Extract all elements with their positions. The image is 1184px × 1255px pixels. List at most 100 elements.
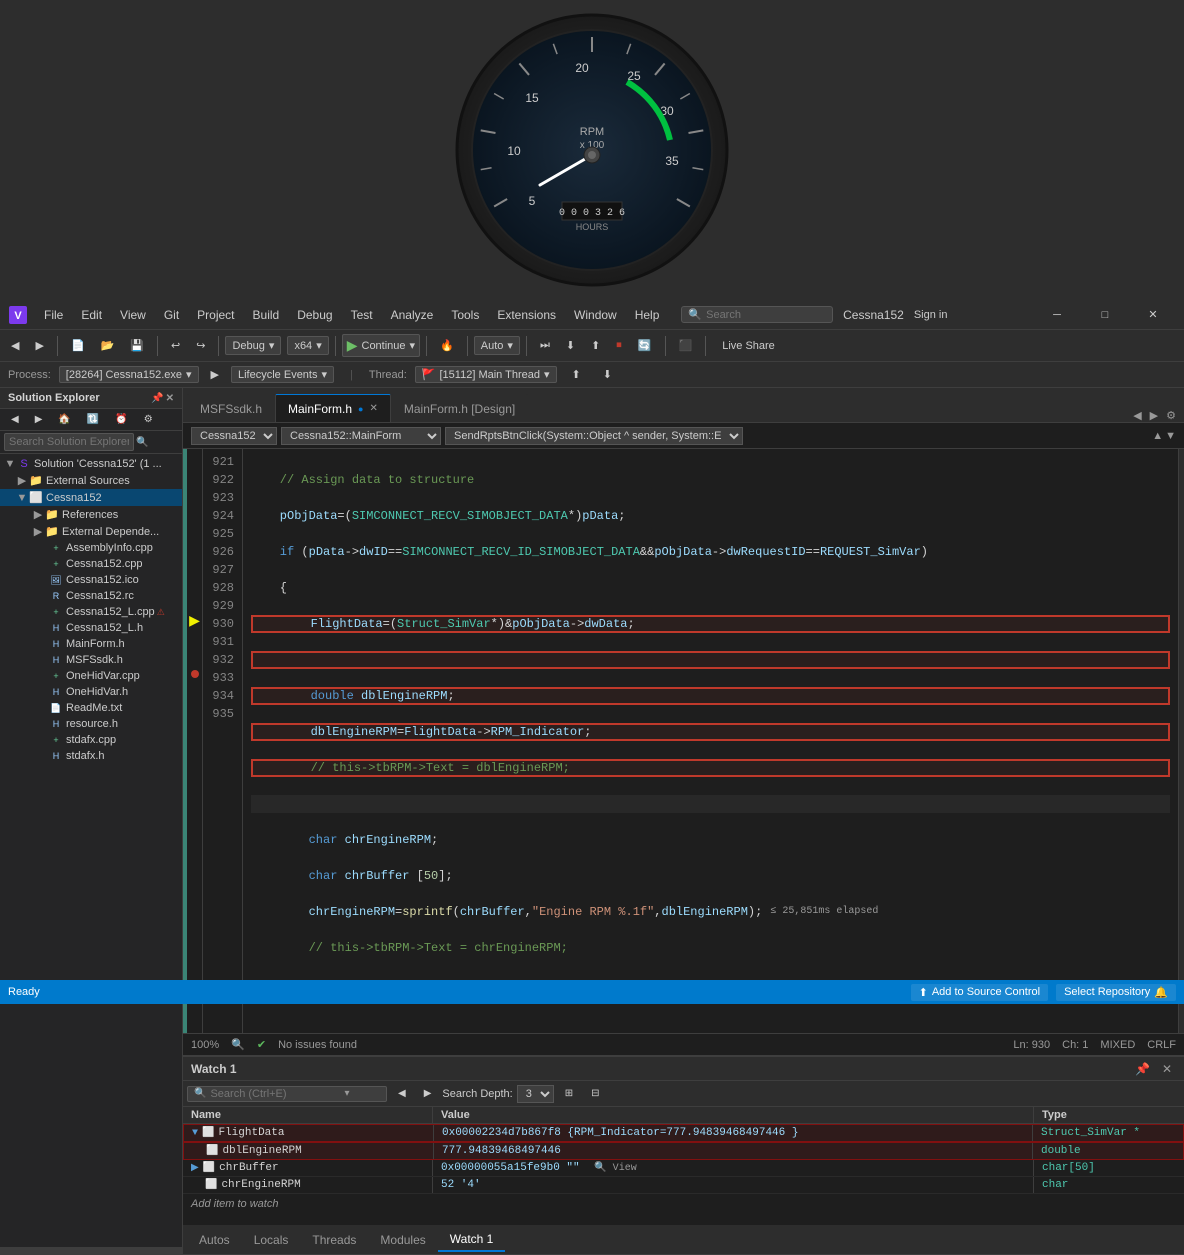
tab-mainform-design[interactable]: MainForm.h [Design]: [391, 394, 528, 422]
watch-row-chrbuffer[interactable]: ▶ ⬜ chrBuffer 0x00000055a15fe9b0 "" 🔍 Vi…: [183, 1160, 1184, 1177]
process-dropdown[interactable]: [28264] Cessna152.exe ▾: [59, 366, 199, 383]
sidebar-item-stdafx-h[interactable]: H stdafx.h: [0, 748, 182, 764]
settings-icon[interactable]: ⚙: [1162, 409, 1180, 422]
menu-tools[interactable]: Tools: [443, 306, 487, 324]
toolbar-new-btn[interactable]: 📄: [64, 336, 92, 355]
menu-test[interactable]: Test: [343, 306, 381, 324]
sidebar-item-cessna152-l-h[interactable]: H Cessna152_L.h: [0, 620, 182, 636]
watch-row-dblenginerpm[interactable]: ⬜ dblEngineRPM 777.94839468497446 double: [183, 1142, 1184, 1160]
sidebar-pending-btn[interactable]: ⏰: [108, 411, 134, 428]
sidebar-item-external-sources[interactable]: ▶ 📁 External Sources: [0, 472, 182, 489]
watch-search-input[interactable]: [210, 1088, 340, 1100]
sidebar-item-cessna152-rc[interactable]: R Cessna152.rc: [0, 588, 182, 604]
nav-btn-2[interactable]: ▼: [1165, 430, 1176, 442]
menu-project[interactable]: Project: [189, 306, 242, 324]
view-btn[interactable]: 🔍 View: [594, 1163, 636, 1174]
nav-class-selector[interactable]: Cessna152: [191, 427, 277, 445]
menu-analyze[interactable]: Analyze: [383, 306, 442, 324]
profiler-btn[interactable]: 🔥: [433, 336, 461, 355]
breakpoint-btn[interactable]: ⬛: [672, 336, 700, 355]
sidebar-search-input[interactable]: [4, 433, 134, 451]
nav-member-selector[interactable]: Cessna152::MainForm: [281, 427, 441, 445]
sidebar-item-mainform-h[interactable]: H MainForm.h: [0, 636, 182, 652]
sidebar-scrollbar[interactable]: [0, 1247, 182, 1255]
tab-scroll-left[interactable]: ◀: [1129, 409, 1145, 422]
toolbar-redo-btn[interactable]: ↪: [189, 336, 212, 355]
debug-config-dropdown[interactable]: Debug ▾: [225, 336, 281, 355]
sidebar-home-btn[interactable]: 🏠: [51, 411, 77, 428]
watch-collapse-btn[interactable]: ⊟: [584, 1085, 606, 1102]
sidebar-item-cessna152-ico[interactable]: 🖼 Cessna152.ico: [0, 572, 182, 588]
sidebar-item-cessna152-cpp[interactable]: + Cessna152.cpp: [0, 556, 182, 572]
step-out-btn[interactable]: ⬆: [584, 336, 607, 355]
lifecycle-dropdown[interactable]: Lifecycle Events ▾: [231, 366, 334, 383]
menu-file[interactable]: File: [36, 306, 71, 324]
watch-back-btn[interactable]: ◀: [391, 1085, 413, 1102]
sidebar-item-msfsdk-h[interactable]: H MSFSsdk.h: [0, 652, 182, 668]
tab-watch1[interactable]: Watch 1: [438, 1228, 506, 1252]
toolbar-open-btn[interactable]: 📂: [94, 336, 122, 355]
thread-nav-btn-2[interactable]: ⬇: [596, 365, 619, 384]
sidebar-item-cessna152-l-cpp[interactable]: + Cessna152_L.cpp ⚠: [0, 604, 182, 620]
add-source-control-btn[interactable]: ⬆ Add to Source Control: [911, 984, 1048, 1001]
sign-in-btn[interactable]: Sign in: [914, 309, 948, 321]
toolbar-save-btn[interactable]: 💾: [123, 336, 151, 355]
sidebar-item-stdafx-cpp[interactable]: + stdafx.cpp: [0, 732, 182, 748]
maximize-button[interactable]: □: [1082, 300, 1128, 330]
nav-method-selector[interactable]: SendRptsBtnClick(System::Object ^ sender…: [445, 427, 743, 445]
watch-add-item[interactable]: Add item to watch: [183, 1194, 1184, 1214]
menu-view[interactable]: View: [112, 306, 154, 324]
sidebar-item-onehidvar-cpp[interactable]: + OneHidVar.cpp: [0, 668, 182, 684]
select-repository-btn[interactable]: Select Repository 🔔: [1056, 984, 1176, 1001]
menu-help[interactable]: Help: [627, 306, 668, 324]
tab-modules[interactable]: Modules: [368, 1229, 437, 1251]
panel-pin-btn[interactable]: 📌: [1131, 1060, 1154, 1078]
minimize-button[interactable]: ─: [1034, 300, 1080, 330]
tab-locals[interactable]: Locals: [242, 1229, 301, 1251]
close-button[interactable]: ✕: [1130, 300, 1176, 330]
tab-scroll-right[interactable]: ▶: [1146, 409, 1162, 422]
toolbar-forward-btn[interactable]: ▶: [28, 336, 50, 355]
panel-close-btn[interactable]: ✕: [1158, 1060, 1176, 1078]
menu-build[interactable]: Build: [245, 306, 288, 324]
sidebar-pin-btn[interactable]: 📌: [151, 393, 163, 404]
menu-extensions[interactable]: Extensions: [489, 306, 564, 324]
menu-edit[interactable]: Edit: [73, 306, 110, 324]
step-into-btn[interactable]: ⬇: [559, 336, 582, 355]
tab-msfsdk[interactable]: MSFSsdk.h: [187, 394, 275, 422]
stop-btn[interactable]: ⏹: [609, 336, 629, 355]
sidebar-item-resource-h[interactable]: H resource.h: [0, 716, 182, 732]
menu-git[interactable]: Git: [156, 306, 187, 324]
toolbar-back-btn[interactable]: ◀: [4, 336, 26, 355]
menu-search-box[interactable]: 🔍: [681, 306, 833, 323]
menu-window[interactable]: Window: [566, 306, 625, 324]
step-over-btn[interactable]: ⏭: [533, 336, 557, 355]
watch-row-flightdata[interactable]: ▼ ⬜ FlightData 0x00002234d7b867f8 {RPM_I…: [183, 1124, 1184, 1142]
zoom-level[interactable]: 100%: [191, 1039, 219, 1051]
continue-button[interactable]: ▶ Continue ▾: [342, 334, 420, 357]
sidebar-item-external-dep[interactable]: ▶ 📁 External Depende...: [0, 523, 182, 540]
thread-nav-btn-1[interactable]: ⬆: [565, 365, 588, 384]
sidebar-back-btn[interactable]: ◀: [4, 411, 26, 428]
watch-expand-btn[interactable]: ⊞: [558, 1085, 580, 1102]
watch-forward-btn[interactable]: ▶: [417, 1085, 439, 1102]
sidebar-item-assemblyinfo[interactable]: + AssemblyInfo.cpp: [0, 540, 182, 556]
restart-btn[interactable]: 🔄: [631, 336, 659, 355]
arch-dropdown[interactable]: x64 ▾: [287, 336, 328, 355]
sidebar-item-solution[interactable]: ▼ S Solution 'Cessna152' (1 ...: [0, 456, 182, 472]
depth-selector[interactable]: 3: [517, 1085, 554, 1103]
live-share-btn[interactable]: Live Share: [716, 338, 781, 354]
sidebar-forward-btn[interactable]: ▶: [28, 411, 50, 428]
nav-btn-1[interactable]: ▲: [1152, 430, 1163, 442]
tab-mainform[interactable]: MainForm.h ● ✕: [275, 394, 391, 422]
watch-row-chrenginerpm[interactable]: ⬜ chrEngineRPM 52 '4' char: [183, 1177, 1184, 1194]
sidebar-item-cessna152[interactable]: ▼ ⬜ Cessna152: [0, 489, 182, 506]
toolbar-undo-btn[interactable]: ↩: [164, 336, 187, 355]
tab-autos[interactable]: Autos: [187, 1229, 242, 1251]
menu-debug[interactable]: Debug: [289, 306, 340, 324]
menu-search-input[interactable]: [706, 309, 826, 321]
sidebar-close-icon[interactable]: ✕: [166, 393, 174, 404]
auto-dropdown[interactable]: Auto ▾: [474, 336, 520, 355]
sidebar-settings-btn[interactable]: ⚙: [137, 411, 160, 428]
tab-close-btn[interactable]: ✕: [369, 403, 377, 414]
